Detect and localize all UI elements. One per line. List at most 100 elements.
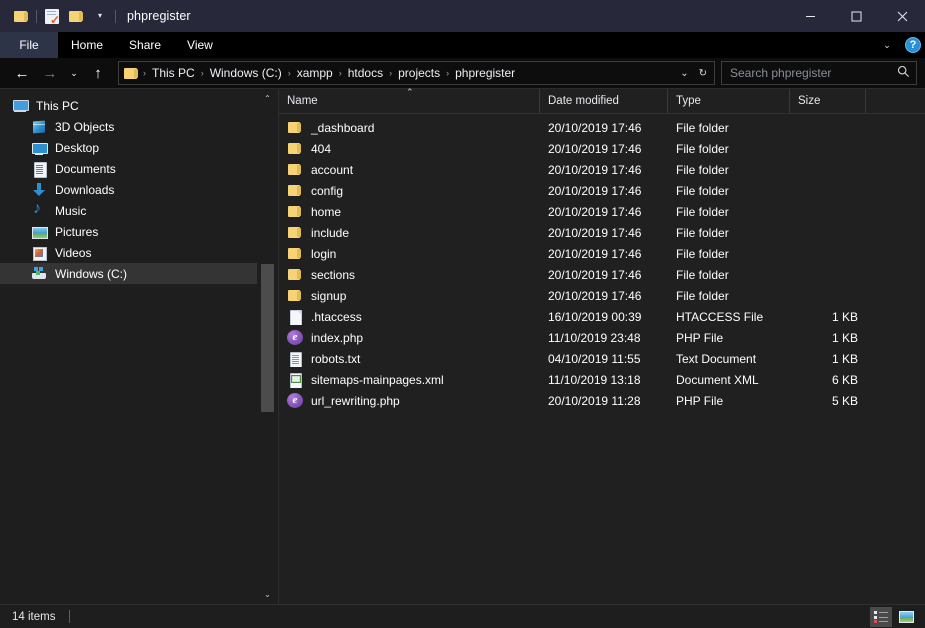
table-row[interactable]: config 20/10/2019 17:46 File folder [279,180,925,201]
cell-type: File folder [676,120,729,135]
cell-type: PHP File [676,330,724,345]
recent-locations-chevron-down-icon[interactable]: ⌄ [64,60,84,86]
refresh-icon[interactable]: ↻ [694,68,712,79]
cell-name: robots.txt [279,351,540,367]
help-icon[interactable]: ? [905,37,921,53]
back-button[interactable]: ← [8,60,36,86]
table-row[interactable]: sections 20/10/2019 17:46 File folder [279,264,925,285]
item-count-label: 14 items [12,610,56,623]
new-folder-icon[interactable] [64,4,88,28]
table-row[interactable]: sitemaps-mainpages.xml 11/10/2019 13:18 … [279,369,925,390]
sidebar-item-documents[interactable]: Documents [0,158,257,179]
search-input[interactable]: Search phpregister [721,61,917,85]
folder-icon [287,120,303,136]
document-icon [31,161,47,178]
cell-date: 11/10/2019 23:48 [548,330,641,345]
breadcrumb-item-projects[interactable]: projects [394,66,444,80]
cell-name: config [279,183,540,199]
breadcrumb-separator-0: › [143,68,146,78]
breadcrumb-item-this-pc[interactable]: This PC [148,66,199,80]
breadcrumb-chevron-down-icon[interactable]: ⌄ [675,68,693,79]
sidebar-scrollbar[interactable]: ⌃ ⌄ [257,89,278,604]
tab-file[interactable]: File [0,32,58,58]
sidebar-item-desktop[interactable]: Desktop [0,137,257,158]
expand-ribbon-chevron-down-icon[interactable]: ⌄ [877,40,897,51]
table-row[interactable]: robots.txt 04/10/2019 11:55 Text Documen… [279,348,925,369]
sort-ascending-icon: ⌃ [406,87,414,97]
sidebar-item-label: Downloads [55,182,115,197]
scroll-down-icon[interactable]: ⌄ [257,585,278,604]
properties-icon[interactable] [40,4,64,28]
cell-date: 20/10/2019 17:46 [548,162,642,177]
cell-date: 20/10/2019 17:46 [548,141,642,156]
close-button[interactable] [879,0,925,32]
table-row[interactable]: 404 20/10/2019 17:46 File folder [279,138,925,159]
details-view-button[interactable] [870,607,892,627]
table-row[interactable]: include 20/10/2019 17:46 File folder [279,222,925,243]
table-row[interactable]: home 20/10/2019 17:46 File folder [279,201,925,222]
breadcrumb-item-phpregister[interactable]: phpregister [451,66,519,80]
column-header-label: Size [798,95,821,107]
folder-icon [287,204,303,220]
column-header-date-modified[interactable]: Date modified [540,89,668,113]
sidebar-item-videos[interactable]: Videos [0,242,257,263]
table-row[interactable]: signup 20/10/2019 17:46 File folder [279,285,925,306]
table-row[interactable]: account 20/10/2019 17:46 File folder [279,159,925,180]
window-title: phpregister [127,9,191,23]
cell-size: 6 KB [831,372,858,387]
sidebar-item-pictures[interactable]: Pictures [0,221,257,242]
column-header-size[interactable]: Size [790,89,866,113]
ribbon-tab-bar: File Home Share View ⌄ ? [0,32,925,58]
sidebar-scroll-track[interactable] [257,108,278,585]
column-header-type[interactable]: Type [668,89,790,113]
breadcrumb-item-htdocs[interactable]: htdocs [344,66,387,80]
cell-size: 5 KB [831,393,858,408]
sidebar-item-3d-objects[interactable]: 3D Objects [0,116,257,137]
column-header-label: Name [287,95,318,107]
minimize-button[interactable] [787,0,833,32]
search-icon[interactable] [897,65,910,81]
scroll-up-icon[interactable]: ⌃ [257,89,278,108]
forward-button[interactable]: → [36,60,64,86]
cell-size: 1 KB [831,351,858,366]
large-icons-view-button[interactable] [895,607,917,627]
cell-date: 11/10/2019 13:18 [548,372,641,387]
table-row[interactable]: login 20/10/2019 17:46 File folder [279,243,925,264]
file-name: _dashboard [311,120,375,135]
sidebar-scroll-thumb[interactable] [261,264,274,412]
cell-name: index.php [279,330,540,345]
cell-date: 20/10/2019 17:46 [548,204,642,219]
status-bar: 14 items [0,604,925,628]
ribbon-right-controls: ⌄ ? [877,32,921,58]
tab-share[interactable]: Share [116,32,174,58]
up-button[interactable]: ↑ [84,60,112,86]
table-row[interactable]: .htaccess 16/10/2019 00:39 HTACCESS File… [279,306,925,327]
maximize-button[interactable] [833,0,879,32]
table-row[interactable]: index.php 11/10/2019 23:48 PHP File 1 KB [279,327,925,348]
tab-view[interactable]: View [174,32,226,58]
tab-home[interactable]: Home [58,32,116,58]
file-name: 404 [311,141,332,156]
folder-icon[interactable] [9,4,33,28]
breadcrumb-separator-4: › [389,68,393,78]
sidebar-item-windows-c[interactable]: Windows (C:) [0,263,257,284]
table-row[interactable]: url_rewriting.php 20/10/2019 11:28 PHP F… [279,390,925,411]
details-view-icon [874,611,888,623]
cell-type: Document XML [676,372,759,387]
sidebar-item-downloads[interactable]: Downloads [0,179,257,200]
chevron-down-icon[interactable]: ▾ [88,4,112,28]
hard-drive-icon [31,266,47,282]
table-row[interactable]: _dashboard 20/10/2019 17:46 File folder [279,117,925,138]
file-rows: _dashboard 20/10/2019 17:46 File folder … [279,114,925,604]
breadcrumb-item-windows-c[interactable]: Windows (C:) [206,66,286,80]
folder-icon [287,141,303,157]
sidebar-item-this-pc[interactable]: This PC [0,95,257,116]
file-explorer-window: ▾ phpregister File Home Share View ⌄ ? ← [0,0,925,628]
cell-name: login [279,246,540,262]
column-header-name[interactable]: ⌃ Name [279,87,540,113]
breadcrumb-item-xampp[interactable]: xampp [293,66,337,80]
window-controls [787,0,925,32]
breadcrumb[interactable]: › This PC › Windows (C:) › xampp › htdoc… [118,61,715,85]
sidebar-item-music[interactable]: Music [0,200,257,221]
sidebar-item-label: 3D Objects [55,119,115,134]
